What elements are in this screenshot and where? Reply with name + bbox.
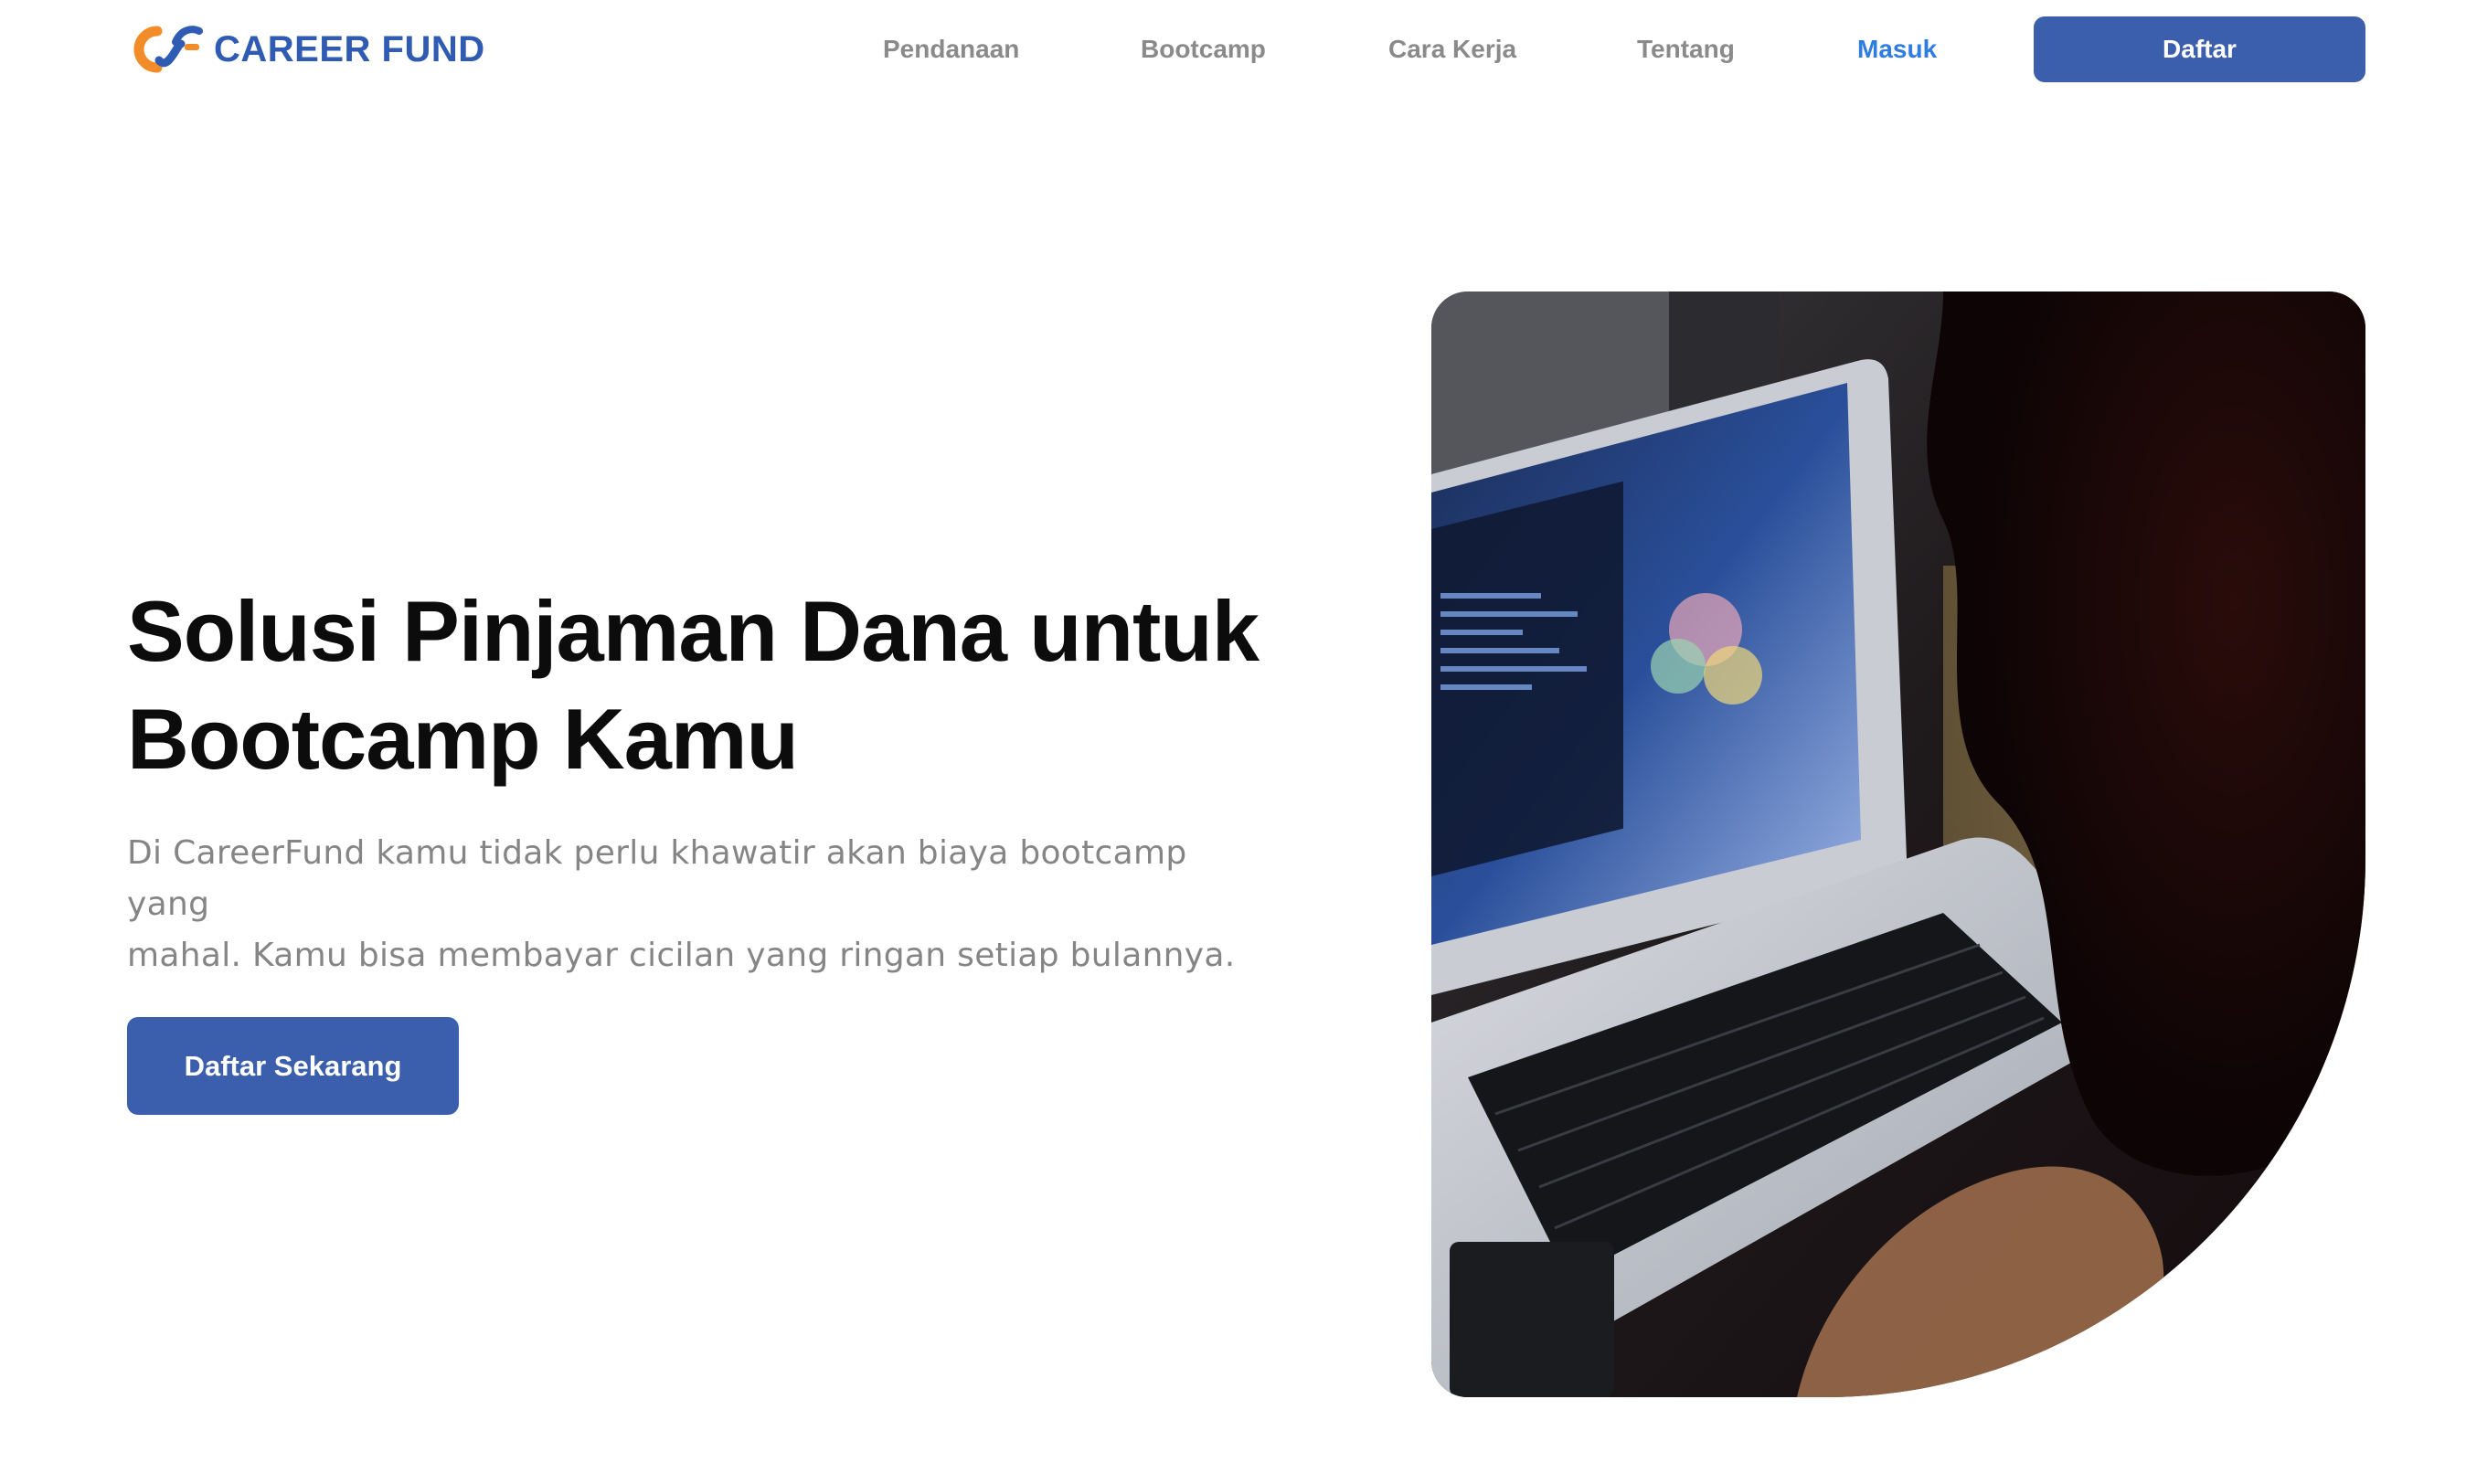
nav-link-bootcamp[interactable]: Bootcamp (1141, 33, 1266, 66)
register-button[interactable]: Daftar (2034, 16, 2365, 82)
nav-link-tentang[interactable]: Tentang (1637, 33, 1735, 66)
brand-name: CAREER FUND (214, 28, 485, 69)
login-link[interactable]: Masuk (1857, 33, 1937, 66)
hero-title: Solusi Pinjaman Dana untuk Bootcamp Kamu (127, 578, 1315, 793)
person-coding-on-laptop-photo (1431, 292, 2365, 1397)
hero-subtitle-line-2: mahal. Kamu bisa membayar cicilan yang r… (127, 937, 1236, 974)
top-navbar: CAREER FUND Pendanaan Bootcamp Cara Kerj… (0, 0, 2466, 101)
brand-home-link[interactable]: CAREER FUND (132, 24, 485, 75)
hero-subtitle: Di CareerFund kamu tidak perlu khawatir … (127, 828, 1251, 981)
register-now-button[interactable]: Daftar Sekarang (127, 1017, 459, 1115)
hero-title-line-1: Solusi Pinjaman Dana untuk (127, 583, 1260, 679)
hero-subtitle-line-1: Di CareerFund kamu tidak perlu khawatir … (127, 834, 1187, 923)
nav-link-pendanaan[interactable]: Pendanaan (883, 33, 1019, 66)
hero-title-line-2: Bootcamp Kamu (127, 691, 799, 787)
nav-link-cara-kerja[interactable]: Cara Kerja (1388, 33, 1516, 66)
careerfund-logo-icon (133, 26, 203, 73)
